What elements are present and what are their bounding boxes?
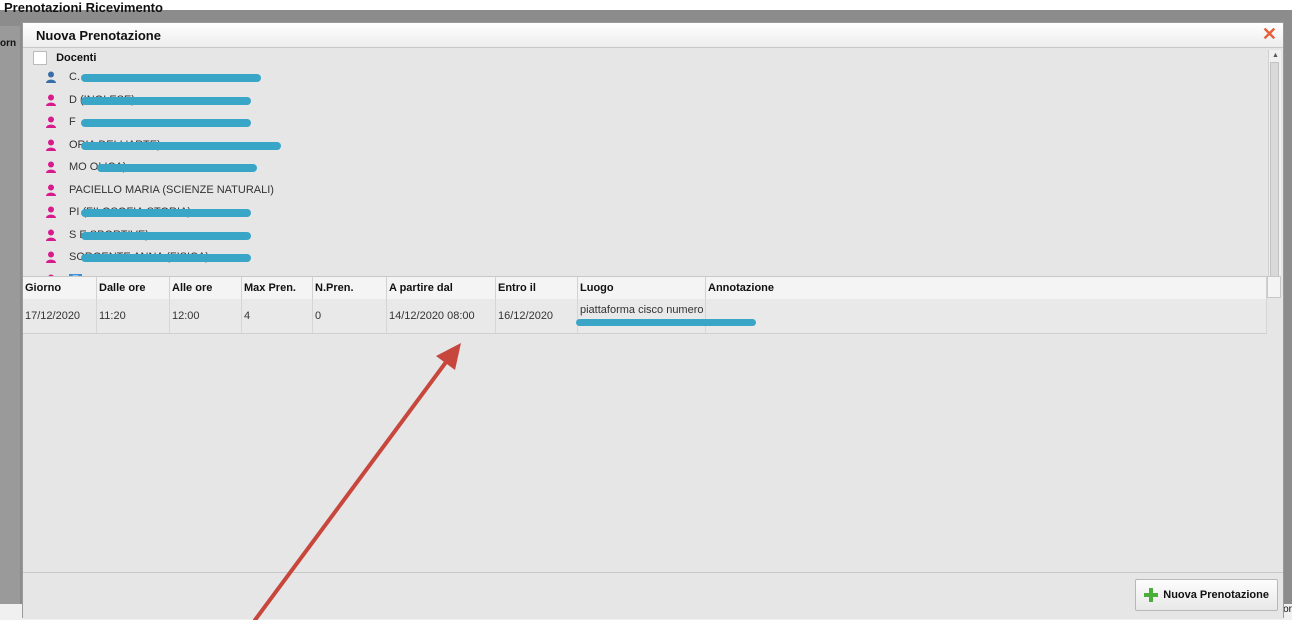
table-cell-annotazione [706, 299, 1267, 333]
person-icon [46, 251, 56, 264]
grid-header-corner [1267, 276, 1281, 298]
tree-root-label: Docenti [56, 52, 97, 65]
new-booking-button-label: Nuova Prenotazione [1163, 589, 1269, 601]
background-right-fragment: or [1283, 604, 1292, 615]
table-cell-max-pren: 4 [242, 299, 313, 333]
person-icon [46, 139, 56, 151]
table-row[interactable]: 17/12/2020 11:20 12:00 4 0 14/12/2020 08:00 16… [23, 299, 1267, 334]
grid-header-cell[interactable]: Luogo [578, 277, 706, 299]
redaction-mark [81, 74, 261, 82]
teacher-name: PACIELLO MARIA (SCIENZE NATURALI) [69, 183, 274, 196]
teacher-name: F [69, 116, 76, 129]
dialog-titlebar: Nuova Prenotazione ✕ [23, 23, 1283, 48]
redaction-mark [81, 231, 251, 240]
grid-header-cell[interactable]: A partire dal [387, 277, 496, 299]
person-icon [46, 161, 56, 174]
tree-root-docenti[interactable]: Docenti [33, 50, 96, 66]
redaction-mark [81, 96, 251, 105]
grid-header-cell[interactable]: Annotazione [706, 277, 1267, 299]
person-icon [46, 71, 56, 84]
tree-item-teacher[interactable]: PACIELLO MARIA (SCIENZE NATURALI) [45, 181, 274, 199]
tree-item-teacher[interactable]: F [45, 113, 76, 131]
teacher-name: C. [69, 71, 80, 84]
person-icon [46, 116, 56, 129]
background-page-title: Prenotazioni Ricevimento [4, 0, 163, 15]
new-booking-button[interactable]: Nuova Prenotazione [1135, 579, 1278, 611]
teachers-tree: Docenti C.D (INGLESE)FORIA DELL'ARTE)MO … [25, 50, 1267, 296]
table-cell-a-partire-dal: 14/12/2020 08:00 [387, 299, 496, 333]
grid-header-cell[interactable]: Alle ore [170, 277, 242, 299]
table-cell-luogo: piattaforma cisco numero [578, 299, 706, 333]
close-icon[interactable]: ✕ [1262, 24, 1277, 44]
redaction-mark [81, 141, 281, 150]
person-icon [46, 94, 56, 106]
availability-grid: Giorno Dalle ore Alle ore Max Pren. N.Pren. A… [23, 276, 1283, 572]
add-icon [1144, 588, 1159, 602]
tree-expander-icon[interactable] [33, 51, 47, 66]
tree-scrollbar[interactable]: ▲ ▼ [1268, 50, 1281, 296]
table-cell-alle-ore: 12:00 [170, 299, 242, 333]
grid-header-cell[interactable]: Dalle ore [97, 277, 170, 299]
person-icon [46, 184, 56, 196]
dialog-footer: Nuova Prenotazione [23, 572, 1283, 619]
table-cell-entro-il: 16/12/2020 [496, 299, 578, 333]
grid-header-cell[interactable]: N.Pren. [313, 277, 387, 299]
grid-header: Giorno Dalle ore Alle ore Max Pren. N.Pren. A… [23, 276, 1267, 300]
background-left-panel [0, 26, 20, 620]
redaction-mark [81, 119, 251, 127]
scrollbar-thumb[interactable] [1270, 62, 1279, 284]
grid-header-cell[interactable]: Entro il [496, 277, 578, 299]
grid-header-cell[interactable]: Max Pren. [242, 277, 313, 299]
dialog-title: Nuova Prenotazione [36, 28, 161, 43]
grid-header-cell[interactable]: Giorno [23, 277, 97, 299]
table-cell-n-pren: 0 [313, 299, 387, 333]
scroll-up-icon[interactable]: ▲ [1272, 52, 1279, 59]
person-icon [46, 229, 56, 241]
person-icon [46, 206, 56, 219]
redaction-mark [81, 254, 251, 262]
background-left-fragment: orn [0, 38, 17, 49]
new-booking-dialog: Nuova Prenotazione ✕ Docenti C.D (INGLES… [22, 22, 1284, 619]
tree-item-teacher[interactable]: C. [45, 68, 80, 86]
redaction-mark [81, 209, 251, 217]
table-cell-giorno: 17/12/2020 [23, 299, 97, 333]
redaction-mark [97, 164, 257, 172]
table-cell-dalle-ore: 11:20 [97, 299, 170, 333]
